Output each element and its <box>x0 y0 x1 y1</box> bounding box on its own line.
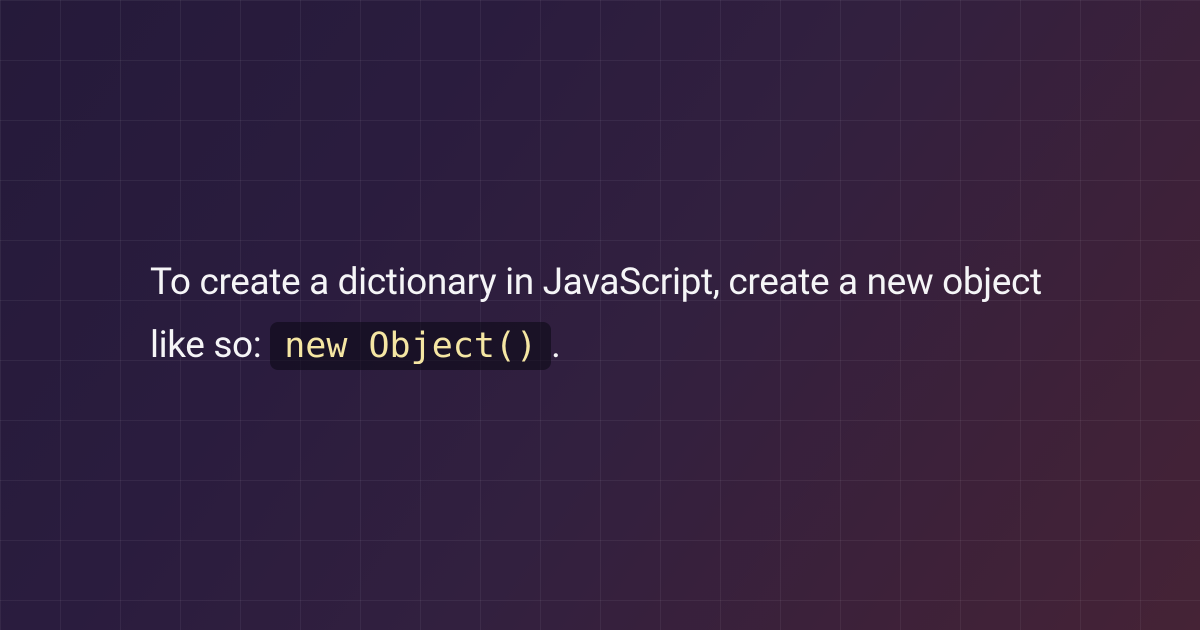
code-snippet: new Object() <box>270 322 551 370</box>
description-text: To create a dictionary in JavaScript, cr… <box>150 252 1050 378</box>
text-after-code: . <box>551 324 560 367</box>
content-container: To create a dictionary in JavaScript, cr… <box>0 0 1200 630</box>
